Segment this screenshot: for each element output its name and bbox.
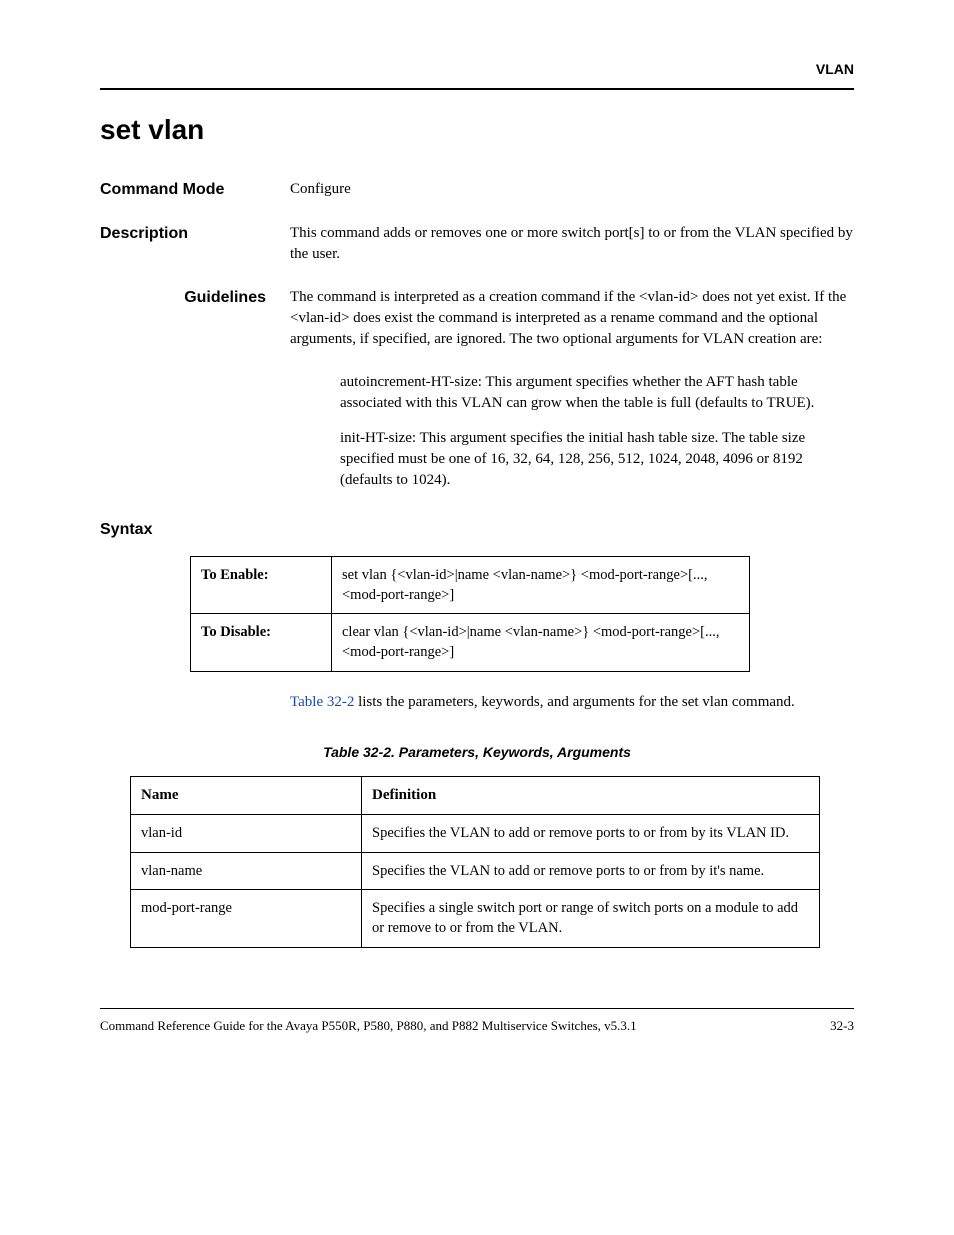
- guidelines-autoincrement: autoincrement-HT-size: This argument spe…: [340, 372, 854, 414]
- command-mode-label: Command Mode: [100, 179, 290, 201]
- guidelines-init-ht: init-HT-size: This argument specifies th…: [340, 428, 854, 491]
- note-rest: lists the parameters, keywords, and argu…: [354, 694, 794, 710]
- page-title: set vlan: [100, 110, 854, 149]
- guidelines-value: The command is interpreted as a creation…: [290, 287, 854, 350]
- header-rule: [100, 88, 854, 90]
- param-def: Specifies the VLAN to add or remove port…: [362, 815, 820, 852]
- guidelines-label: Guidelines: [100, 287, 290, 309]
- table-row: To Disable: clear vlan {<vlan-id>|name <…: [191, 614, 750, 672]
- table-row: To Enable: set vlan {<vlan-id>|name <vla…: [191, 556, 750, 614]
- param-name: mod-port-range: [131, 889, 362, 947]
- description-label: Description: [100, 223, 290, 245]
- description-value: This command adds or removes one or more…: [290, 223, 854, 265]
- command-mode-row: Command Mode Configure: [100, 179, 854, 201]
- param-table: Name Definition vlan-id Specifies the VL…: [130, 776, 820, 947]
- param-name: vlan-id: [131, 815, 362, 852]
- table-link[interactable]: Table 32-2: [290, 694, 354, 710]
- table-row: vlan-name Specifies the VLAN to add or r…: [131, 852, 820, 889]
- command-mode-value: Configure: [290, 179, 854, 200]
- page-footer: Command Reference Guide for the Avaya P5…: [100, 1008, 854, 1035]
- syntax-disable-value: clear vlan {<vlan-id>|name <vlan-name>} …: [332, 614, 750, 672]
- table-reference-note: Table 32-2 lists the parameters, keyword…: [290, 692, 854, 713]
- syntax-enable-value: set vlan {<vlan-id>|name <vlan-name>} <m…: [332, 556, 750, 614]
- guidelines-row: Guidelines The command is interpreted as…: [100, 287, 854, 350]
- syntax-enable-label: To Enable:: [191, 556, 332, 614]
- footer-title: Command Reference Guide for the Avaya P5…: [100, 1017, 637, 1035]
- table-header-row: Name Definition: [131, 777, 820, 815]
- description-row: Description This command adds or removes…: [100, 223, 854, 265]
- table-row: vlan-id Specifies the VLAN to add or rem…: [131, 815, 820, 852]
- syntax-disable-label: To Disable:: [191, 614, 332, 672]
- param-header-name: Name: [131, 777, 362, 815]
- table-row: mod-port-range Specifies a single switch…: [131, 889, 820, 947]
- param-header-definition: Definition: [362, 777, 820, 815]
- param-def: Specifies a single switch port or range …: [362, 889, 820, 947]
- syntax-heading: Syntax: [100, 519, 854, 541]
- param-table-caption: Table 32-2. Parameters, Keywords, Argume…: [100, 743, 854, 763]
- syntax-table: To Enable: set vlan {<vlan-id>|name <vla…: [190, 556, 750, 672]
- param-name: vlan-name: [131, 852, 362, 889]
- footer-page-number: 32-3: [830, 1017, 854, 1035]
- param-def: Specifies the VLAN to add or remove port…: [362, 852, 820, 889]
- section-header: VLAN: [100, 60, 854, 80]
